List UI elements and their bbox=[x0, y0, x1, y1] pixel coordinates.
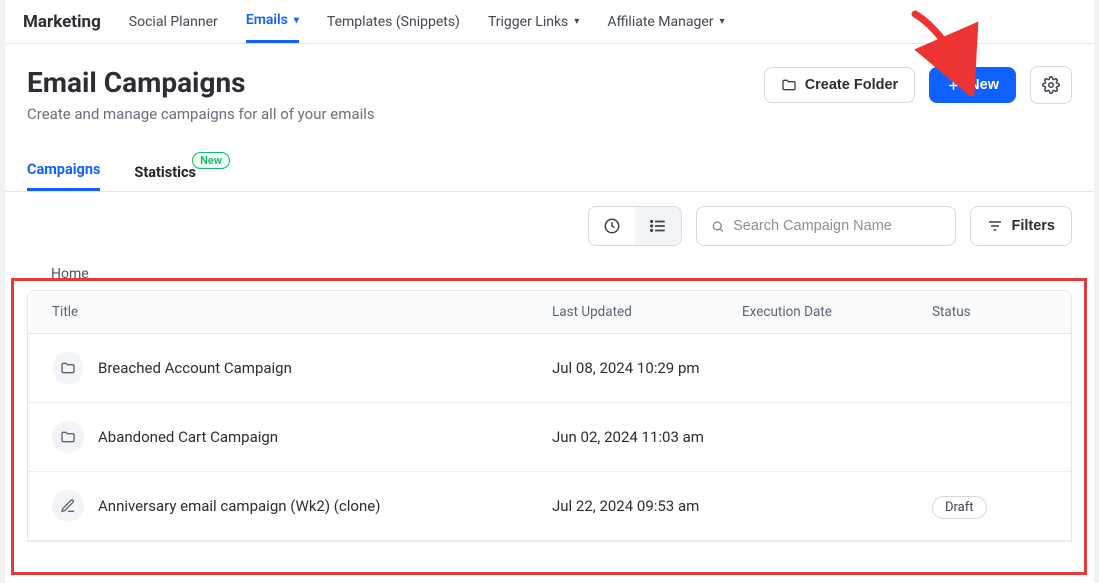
new-label: New bbox=[969, 77, 999, 93]
tab-label: Campaigns bbox=[27, 161, 100, 178]
page-subtitle: Create and manage campaigns for all of y… bbox=[27, 105, 375, 123]
nav-label: Social Planner bbox=[129, 14, 218, 30]
table-row[interactable]: Breached Account Campaign Jul 08, 2024 1… bbox=[28, 334, 1071, 403]
row-updated: Jun 02, 2024 11:03 am bbox=[552, 428, 742, 446]
search-input[interactable] bbox=[733, 218, 941, 234]
page-title: Email Campaigns bbox=[27, 66, 375, 99]
top-nav: Marketing Social Planner Emails ▾ Templa… bbox=[5, 0, 1094, 44]
list-view-button[interactable] bbox=[635, 207, 681, 245]
edit-icon bbox=[52, 490, 84, 522]
filters-label: Filters bbox=[1011, 218, 1055, 234]
nav-label: Templates (Snippets) bbox=[327, 14, 460, 30]
campaign-table: Title Last Updated Execution Date Status… bbox=[27, 290, 1072, 542]
page-header: Email Campaigns Create and manage campai… bbox=[5, 44, 1094, 123]
plus-icon bbox=[946, 78, 961, 93]
nav-item-social-planner[interactable]: Social Planner bbox=[129, 0, 218, 43]
filter-icon bbox=[987, 218, 1003, 234]
clock-icon bbox=[603, 217, 621, 235]
nav-label: Affiliate Manager bbox=[607, 14, 713, 30]
create-folder-label: Create Folder bbox=[805, 77, 898, 93]
list-icon bbox=[649, 217, 667, 235]
row-actions-button[interactable]: ⋮ bbox=[1052, 427, 1072, 448]
col-title: Title bbox=[52, 304, 552, 320]
nav-label: Emails bbox=[246, 12, 288, 28]
search-icon bbox=[711, 219, 725, 234]
view-toggle bbox=[588, 206, 682, 246]
folder-icon bbox=[52, 352, 84, 384]
tab-label: Statistics bbox=[134, 164, 196, 181]
col-execution: Execution Date bbox=[742, 304, 932, 320]
row-title: Breached Account Campaign bbox=[98, 359, 292, 377]
folder-icon bbox=[781, 77, 797, 93]
row-actions-button[interactable]: ⋮ bbox=[1052, 496, 1072, 517]
table-header: Title Last Updated Execution Date Status bbox=[28, 291, 1071, 334]
folder-icon bbox=[52, 421, 84, 453]
chevron-down-icon: ▾ bbox=[720, 16, 725, 27]
status-badge: Draft bbox=[932, 496, 987, 519]
settings-button[interactable] bbox=[1030, 66, 1072, 104]
campaign-list-wrap: Home Title Last Updated Execution Date S… bbox=[5, 260, 1094, 542]
row-title: Anniversary email campaign (Wk2) (clone) bbox=[98, 497, 380, 515]
create-folder-button[interactable]: Create Folder bbox=[764, 67, 915, 103]
breadcrumb[interactable]: Home bbox=[27, 260, 1072, 290]
tab-campaigns[interactable]: Campaigns bbox=[27, 161, 100, 191]
nav-item-emails[interactable]: Emails ▾ bbox=[246, 0, 299, 43]
row-actions-button[interactable]: ⋮ bbox=[1052, 358, 1072, 379]
row-title: Abandoned Cart Campaign bbox=[98, 428, 278, 446]
sub-nav: Campaigns Statistics New bbox=[5, 123, 1094, 192]
row-status: Draft bbox=[932, 497, 1052, 515]
chevron-down-icon: ▾ bbox=[294, 15, 299, 26]
chevron-down-icon: ▾ bbox=[574, 16, 579, 27]
new-button[interactable]: New bbox=[929, 67, 1016, 103]
nav-item-templates[interactable]: Templates (Snippets) bbox=[327, 0, 460, 43]
col-status: Status bbox=[932, 304, 1052, 320]
row-updated: Jul 22, 2024 09:53 am bbox=[552, 497, 742, 515]
new-badge: New bbox=[192, 152, 230, 169]
table-row[interactable]: Abandoned Cart Campaign Jun 02, 2024 11:… bbox=[28, 403, 1071, 472]
col-updated: Last Updated bbox=[552, 304, 742, 320]
brand: Marketing bbox=[23, 12, 101, 32]
row-updated: Jul 08, 2024 10:29 pm bbox=[552, 359, 742, 377]
nav-item-affiliate[interactable]: Affiliate Manager ▾ bbox=[607, 0, 724, 43]
table-row[interactable]: Anniversary email campaign (Wk2) (clone)… bbox=[28, 472, 1071, 541]
nav-label: Trigger Links bbox=[488, 14, 568, 30]
tab-statistics[interactable]: Statistics New bbox=[134, 164, 196, 191]
recent-view-button[interactable] bbox=[589, 207, 635, 245]
filters-button[interactable]: Filters bbox=[970, 206, 1072, 246]
search-box[interactable] bbox=[696, 206, 956, 246]
list-toolbar: Filters bbox=[5, 192, 1094, 260]
gear-icon bbox=[1042, 76, 1060, 94]
nav-item-trigger-links[interactable]: Trigger Links ▾ bbox=[488, 0, 579, 43]
